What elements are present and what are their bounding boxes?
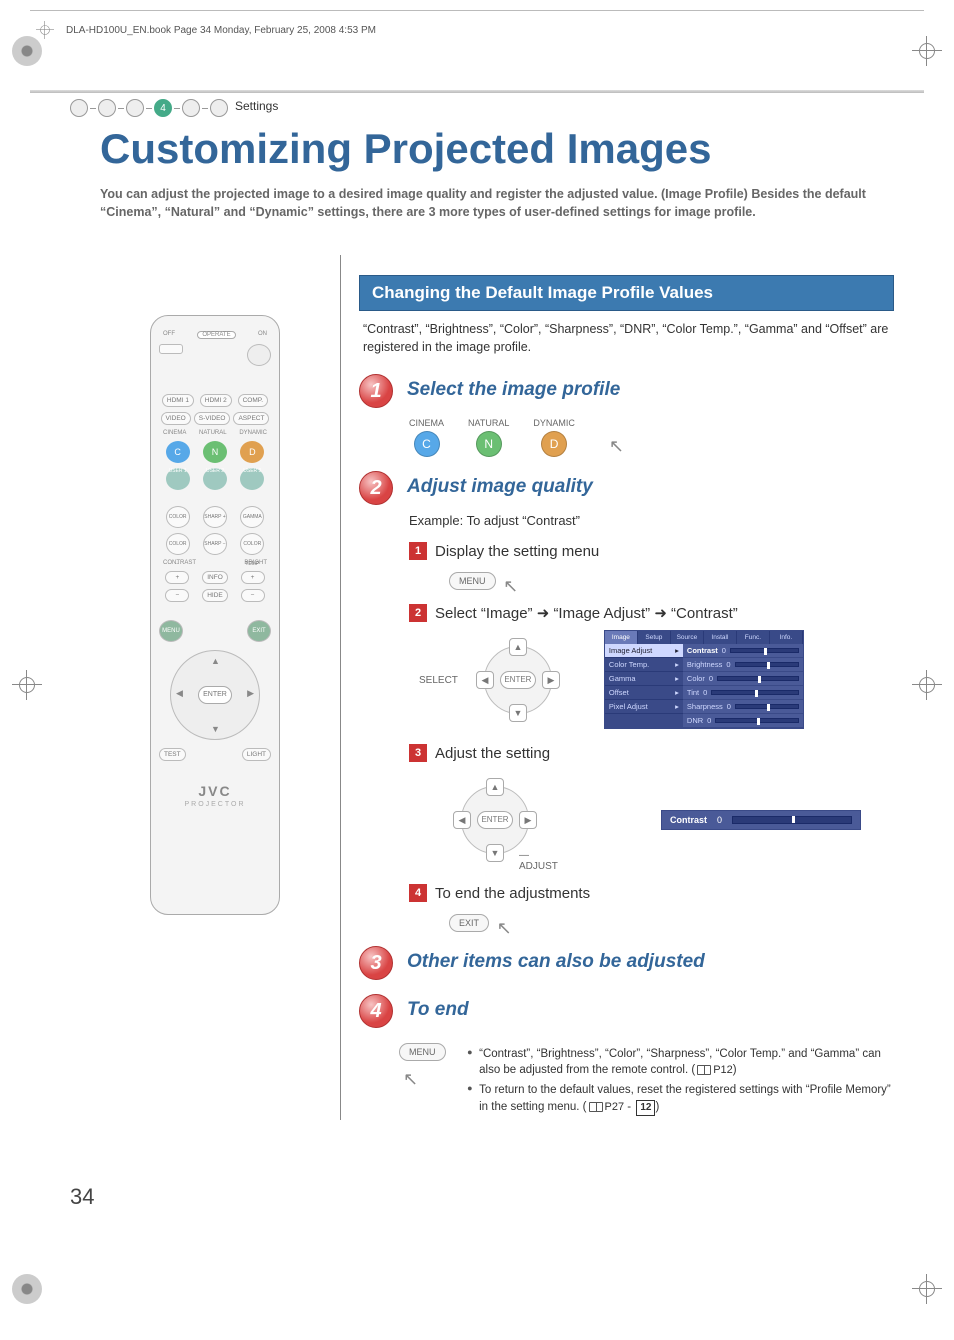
remote-illustration: OFFOPERATEON HDMI 1HDMI 2COMP. VIDEOS-VI…: [150, 315, 320, 915]
dynamic-button: D: [541, 431, 567, 457]
bullet-2: To return to the default values, reset t…: [467, 1082, 894, 1115]
breadcrumb-step-4: 4: [154, 99, 172, 117]
step-1: 1 Select the image profile: [359, 374, 894, 408]
breadcrumb-steps: 4: [70, 99, 228, 117]
book-icon: [589, 1102, 603, 1112]
menu-button: MENU: [449, 572, 496, 590]
section-desc: “Contrast”, “Brightness”, “Color”, “Shar…: [363, 321, 890, 356]
book-icon: [697, 1065, 711, 1075]
profile-buttons: CINEMAC NATURALN DYNAMICD ↖: [409, 418, 894, 457]
page-title: Customizing Projected Images: [100, 125, 711, 173]
cursor-icon: ↖: [503, 576, 518, 596]
section-heading: Changing the Default Image Profile Value…: [359, 275, 894, 311]
step-2: 2 Adjust image quality: [359, 471, 894, 505]
page-number: 34: [70, 1184, 94, 1210]
step-badge-1: 1: [359, 374, 393, 408]
book-header-text: DLA-HD100U_EN.book Page 34 Monday, Febru…: [66, 25, 376, 36]
step-1-title: Select the image profile: [407, 374, 620, 401]
step-3: 3 Other items can also be adjusted: [359, 946, 894, 980]
cinema-button: C: [414, 431, 440, 457]
header-rule: [30, 90, 924, 93]
book-header: DLA-HD100U_EN.book Page 34 Monday, Febru…: [30, 10, 924, 45]
menu-button: MENU: [399, 1043, 446, 1061]
exit-button: EXIT: [449, 914, 489, 932]
breadcrumb-label: Settings: [235, 99, 278, 113]
contrast-bar: Contrast 0: [661, 810, 861, 830]
step-2-example: Example: To adjust “Contrast”: [409, 513, 894, 528]
natural-button: N: [476, 431, 502, 457]
brand-logo: JVC: [159, 783, 271, 799]
dpad-icon: ▲▼◀▶ ENTER: [476, 638, 560, 722]
cursor-icon: ↖: [609, 436, 624, 457]
cursor-icon: ↖: [403, 1069, 418, 1089]
osd-menu-screenshot: Image Setup Source Install Func. Info. I…: [604, 630, 804, 729]
step-4: 4 To end: [359, 994, 894, 1028]
cursor-icon: ↖: [497, 918, 512, 938]
bullet-1: “Contrast”, “Brightness”, “Color”, “Shar…: [467, 1046, 894, 1078]
intro-text: You can adjust the projected image to a …: [100, 185, 894, 221]
register-icon: [36, 21, 54, 39]
